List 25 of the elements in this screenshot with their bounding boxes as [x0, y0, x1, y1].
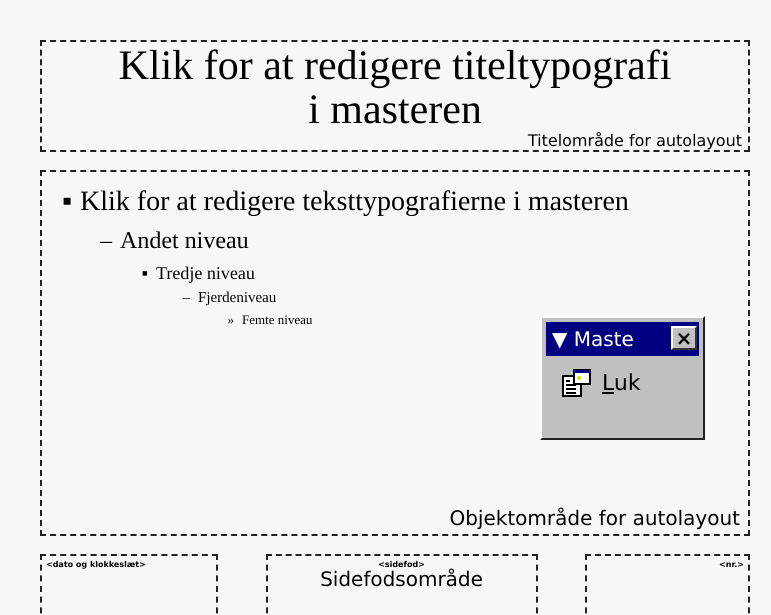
- number-placeholder[interactable]: <nr.>: [585, 554, 750, 615]
- outline-text: Femte niveau: [242, 311, 312, 329]
- close-master-button[interactable]: Luk: [560, 366, 643, 400]
- bullet: ▪: [61, 185, 73, 219]
- close-button[interactable]: ×: [671, 326, 697, 350]
- outline-text: Klik for at redigere teksttypografierne i masteren: [80, 185, 629, 219]
- title-placeholder[interactable]: Klik for at redigere titeltypografi i masteren Titelområde for autolayout: [40, 40, 750, 152]
- toolbar-title[interactable]: ▼ Maste ×: [546, 322, 699, 356]
- outline-text: Andet niveau: [120, 227, 249, 256]
- title-text: Klik for at redigere titeltypografi i masteren: [118, 44, 672, 132]
- footer-placeholder[interactable]: <sidefod> Sidefodsområde: [266, 554, 538, 615]
- bullet: »: [226, 311, 235, 329]
- outline-text: Fjerdeniveau: [198, 289, 276, 308]
- bullet: ▪: [140, 262, 149, 285]
- area-label: Objektområde for autolayout: [449, 506, 740, 530]
- date-placeholder[interactable]: <dato og klokkeslæt>: [40, 554, 218, 615]
- bullet: –: [98, 227, 114, 256]
- slide-layout-icon: [562, 368, 592, 398]
- date-field: <dato og klokkeslæt>: [46, 560, 212, 569]
- number-field: <nr.>: [719, 560, 744, 569]
- outline-text: Tredje niveau: [156, 262, 255, 285]
- footer-field: <sidefod>: [378, 560, 425, 569]
- area-label: Titelområde for autolayout: [528, 132, 742, 150]
- area-label: Sidefodsområde: [320, 567, 483, 591]
- bullet: –: [182, 289, 191, 308]
